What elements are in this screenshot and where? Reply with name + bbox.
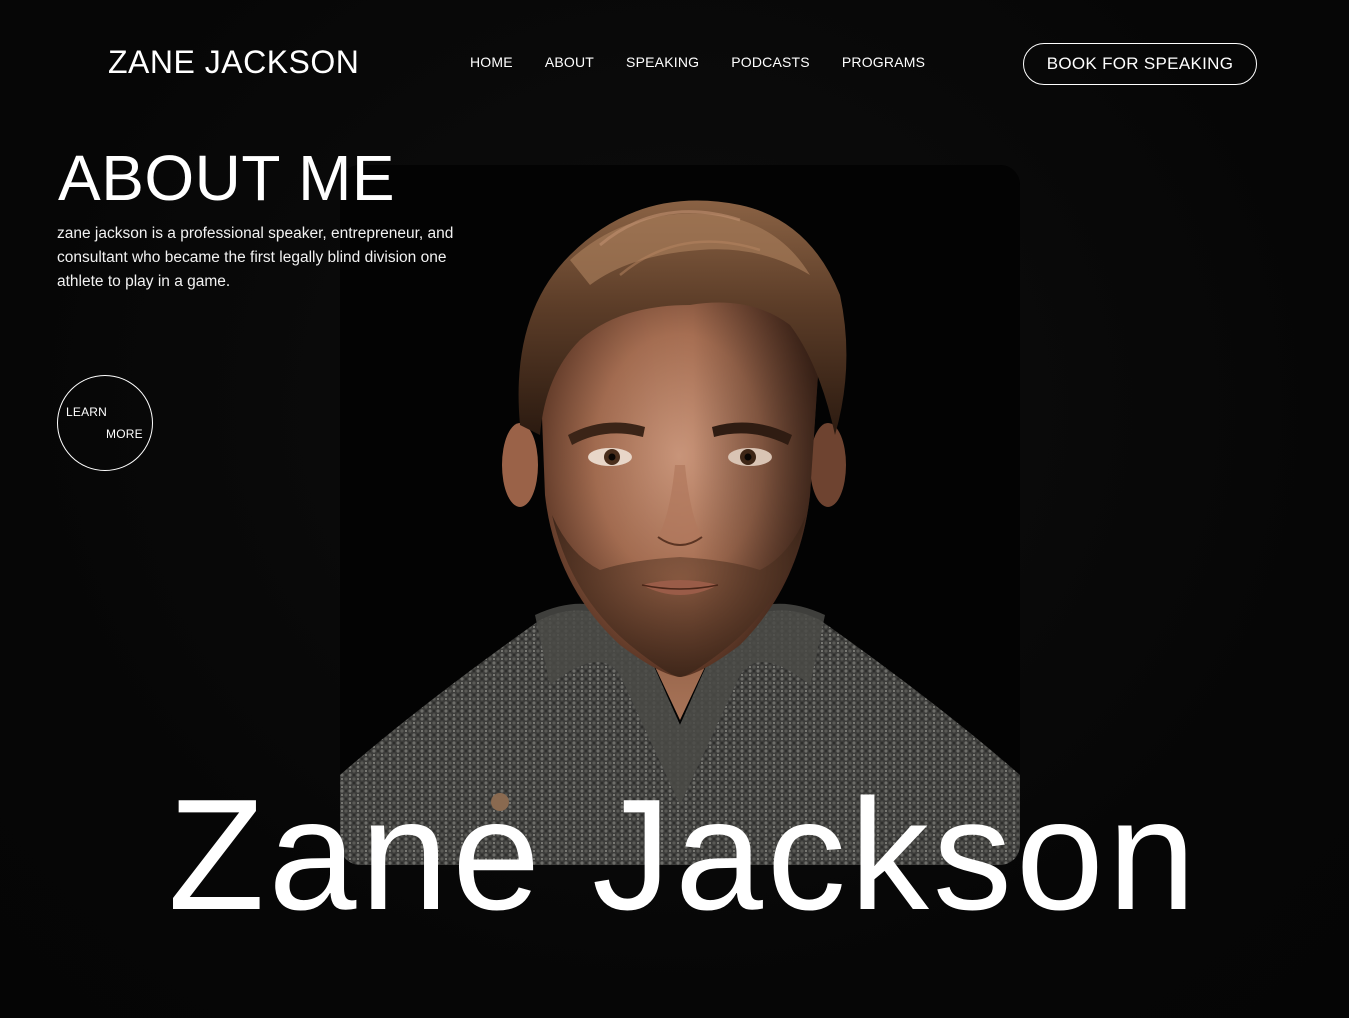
nav-programs[interactable]: PROGRAMS <box>842 54 925 70</box>
page: ZANE JACKSON HOME ABOUT SPEAKING PODCAST… <box>0 0 1349 1018</box>
hero-name-display: Zane Jackson <box>168 767 1200 943</box>
learn-more-label-line2: MORE <box>106 427 143 441</box>
site-logo[interactable]: ZANE JACKSON <box>108 44 359 81</box>
nav-speaking[interactable]: SPEAKING <box>626 54 699 70</box>
about-description: zane jackson is a professional speaker, … <box>57 225 454 290</box>
learn-more-label-line1: LEARN <box>66 405 108 419</box>
page-title: ABOUT ME <box>58 142 396 214</box>
nav-about[interactable]: ABOUT <box>545 54 594 70</box>
nav-home[interactable]: HOME <box>470 54 513 70</box>
nav-podcasts[interactable]: PODCASTS <box>731 54 810 70</box>
book-for-speaking-button[interactable]: BOOK FOR SPEAKING <box>1023 43 1257 85</box>
main-nav: HOME ABOUT SPEAKING PODCASTS PROGRAMS <box>470 54 957 70</box>
learn-more-button[interactable]: LEARN MORE <box>57 375 153 471</box>
